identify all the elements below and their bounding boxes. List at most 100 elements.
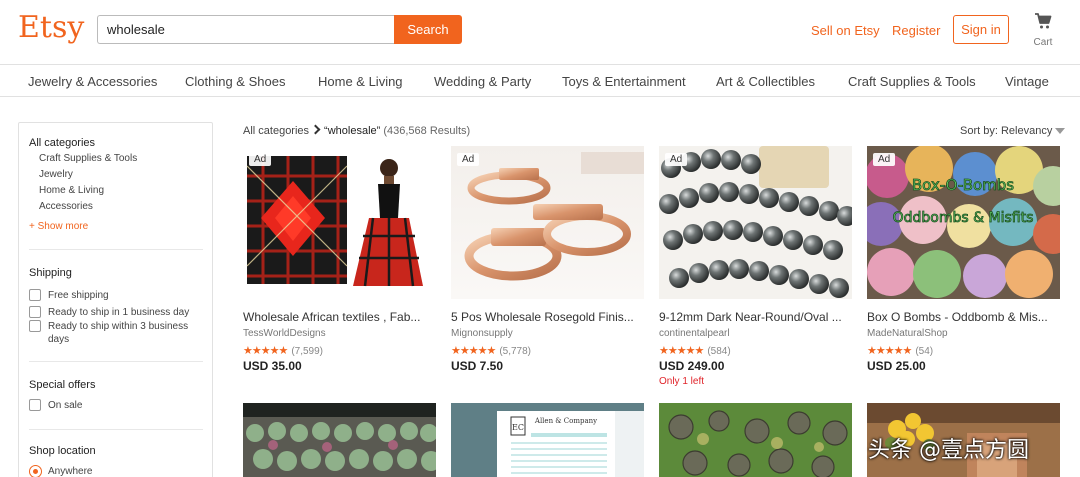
caret-down-icon <box>1055 128 1066 134</box>
anywhere-radio[interactable]: Anywhere <box>29 465 209 477</box>
product-card[interactable]: Ad 5 Pos Wholesale Rosegold Finis... Mig… <box>451 146 644 373</box>
divider <box>29 249 203 250</box>
product-image[interactable]: Box-O-Bombs Oddbombs & Misfits Ad <box>867 146 1060 299</box>
star-icons: ★★★★★ <box>451 345 496 357</box>
shipping-heading: Shipping <box>29 267 72 279</box>
search-button[interactable]: Search <box>394 15 462 44</box>
category-link[interactable]: Jewelry & Accessories <box>28 74 157 89</box>
checkbox[interactable] <box>29 306 41 318</box>
product-image[interactable]: Ad <box>451 146 644 299</box>
chevron-right-icon <box>310 124 321 135</box>
sidebar-category-item[interactable]: Jewelry <box>39 169 73 180</box>
product-image[interactable] <box>243 403 436 477</box>
category-link[interactable]: Clothing & Shoes <box>185 74 285 89</box>
sort-dropdown[interactable]: Sort by: Relevancy <box>960 125 1066 137</box>
product-title[interactable]: 5 Pos Wholesale Rosegold Finis... <box>451 310 644 324</box>
etsy-logo[interactable]: Etsy <box>18 10 84 45</box>
breadcrumb-root[interactable]: All categories <box>243 125 309 137</box>
rosegold-rings-image <box>451 146 644 299</box>
category-link[interactable]: Art & Collectibles <box>716 74 815 89</box>
product-price: USD 35.00 <box>243 359 302 373</box>
checkbox[interactable] <box>29 289 41 301</box>
checkbox[interactable] <box>29 320 41 332</box>
shop-name[interactable]: continentalpearl <box>659 328 730 339</box>
sidebar-category-item[interactable]: Craft Supplies & Tools <box>39 153 137 164</box>
pearls-image <box>659 146 852 299</box>
review-count: (54) <box>915 346 934 357</box>
all-categories-link[interactable]: All categories <box>29 137 95 149</box>
cart-label: Cart <box>1033 37 1053 48</box>
product-price: USD 25.00 <box>867 359 926 373</box>
star-rating: ★★★★★ (54) <box>867 344 933 357</box>
sell-on-etsy-link[interactable]: Sell on Etsy <box>811 23 880 38</box>
breadcrumb: All categories “wholesale” (436,568 Resul… <box>243 124 471 137</box>
ad-badge: Ad <box>457 153 480 166</box>
search-query: “wholesale” <box>324 125 381 137</box>
sort-label: Sort by: Relevancy <box>960 125 1053 137</box>
search-bar: Search <box>97 15 462 44</box>
free-shipping-checkbox[interactable]: Free shipping <box>29 289 209 302</box>
product-image[interactable]: Ad <box>659 146 852 299</box>
bath-bombs-image: Box-O-Bombs Oddbombs & Misfits <box>867 146 1060 299</box>
on-sale-checkbox[interactable]: On sale <box>29 399 209 412</box>
charms-image <box>659 403 852 477</box>
divider <box>29 361 203 362</box>
category-link[interactable]: Wedding & Party <box>434 74 531 89</box>
product-image[interactable]: Ad <box>243 146 436 299</box>
product-card[interactable]: Box-O-Bombs Oddbombs & Misfits Ad Box O … <box>867 146 1060 373</box>
product-title[interactable]: Box O Bombs - Oddbomb & Mis... <box>867 310 1060 324</box>
product-price: USD 7.50 <box>451 359 504 373</box>
product-price: USD 249.00 <box>659 359 725 373</box>
stock-warning: Only 1 left <box>659 376 705 387</box>
ad-badge: Ad <box>665 153 688 166</box>
invoice-form-image: EC Allen & Company <box>451 403 644 477</box>
ready-1-day-checkbox[interactable]: Ready to ship in 1 business day <box>29 306 209 319</box>
form-monogram: EC <box>512 423 524 432</box>
shop-name[interactable]: Mignonsupply <box>451 328 513 339</box>
star-icons: ★★★★★ <box>867 345 912 357</box>
sign-in-button[interactable]: Sign in <box>953 15 1009 44</box>
star-rating: ★★★★★ (7,599) <box>243 344 323 357</box>
ready-3-days-checkbox[interactable]: Ready to ship within 3 business days <box>29 320 205 346</box>
result-count: (436,568 Results) <box>383 125 471 137</box>
site-header: Etsy Search Sell on Etsy Register Sign i… <box>0 0 1080 64</box>
special-offers-heading: Special offers <box>29 379 96 391</box>
review-count: (7,599) <box>291 346 323 357</box>
product-image[interactable] <box>659 403 852 477</box>
search-input[interactable] <box>97 15 395 44</box>
checkbox[interactable] <box>29 399 41 411</box>
review-count: (584) <box>707 346 731 357</box>
divider <box>29 429 203 430</box>
register-link[interactable]: Register <box>892 23 940 38</box>
review-count: (5,778) <box>499 346 531 357</box>
filter-sidebar: All categories Craft Supplies & Tools Je… <box>18 122 213 477</box>
shop-name[interactable]: TessWorldDesigns <box>243 328 326 339</box>
shop-name[interactable]: MadeNaturalShop <box>867 328 948 339</box>
category-link[interactable]: Home & Living <box>318 74 403 89</box>
watermark-text: 头条 @壹点方圆 <box>868 438 1029 463</box>
category-link[interactable]: Vintage <box>1005 74 1049 89</box>
ad-badge: Ad <box>873 153 896 166</box>
product-image[interactable]: EC Allen & Company <box>451 403 644 477</box>
shop-location-heading: Shop location <box>29 445 96 457</box>
african-textile-image <box>243 146 436 299</box>
radio-button[interactable] <box>29 465 42 477</box>
category-link[interactable]: Toys & Entertainment <box>562 74 686 89</box>
oddbombs-image-text: Oddbombs & Misfits <box>893 210 1034 226</box>
sidebar-category-item[interactable]: Accessories <box>39 201 93 212</box>
product-card[interactable]: Ad 9-12mm Dark Near-Round/Oval ... conti… <box>659 146 852 387</box>
category-link[interactable]: Craft Supplies & Tools <box>848 74 976 89</box>
product-title[interactable]: Wholesale African textiles , Fab... <box>243 310 436 324</box>
product-title[interactable]: 9-12mm Dark Near-Round/Oval ... <box>659 310 852 324</box>
star-rating: ★★★★★ (584) <box>659 344 731 357</box>
sidebar-category-item[interactable]: Home & Living <box>39 185 104 196</box>
succulents-image <box>243 403 436 477</box>
star-icons: ★★★★★ <box>659 345 704 357</box>
category-nav: Jewelry & Accessories Clothing & Shoes H… <box>0 64 1080 97</box>
cart-button[interactable]: Cart <box>1028 12 1058 48</box>
box-o-bombs-image-text: Box-O-Bombs <box>912 176 1014 194</box>
cart-icon <box>1035 13 1052 29</box>
star-rating: ★★★★★ (5,778) <box>451 344 531 357</box>
show-more-link[interactable]: + Show more <box>29 221 88 232</box>
product-card[interactable]: Ad Wholesale African textiles , Fab... T… <box>243 146 436 373</box>
